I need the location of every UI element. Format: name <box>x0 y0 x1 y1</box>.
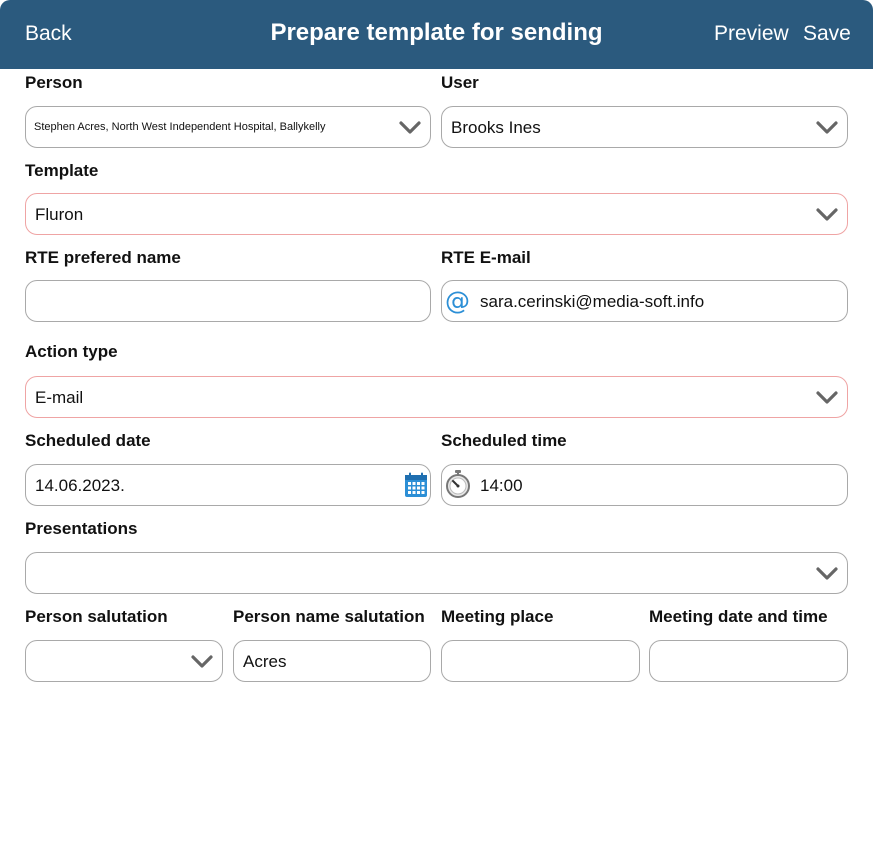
save-button[interactable]: Save <box>803 22 851 46</box>
person-label: Person <box>25 73 83 92</box>
presentations-select[interactable] <box>25 552 848 594</box>
user-label: User <box>441 73 479 92</box>
scheduled-date-label: Scheduled date <box>25 431 151 450</box>
person-salutation-select[interactable] <box>25 640 223 682</box>
meeting-date-time-input[interactable] <box>649 640 848 682</box>
person-value: Stephen Acres, North West Independent Ho… <box>34 121 326 133</box>
user-select[interactable]: Brooks Ines <box>441 106 848 148</box>
template-label: Template <box>25 161 99 180</box>
scheduled-time-value: 14:00 <box>480 476 523 495</box>
rte-preferred-name-label: RTE prefered name <box>25 248 181 267</box>
action-type-value: E-mail <box>35 388 84 407</box>
person-select[interactable]: Stephen Acres, North West Independent Ho… <box>25 106 431 148</box>
chevron-down-icon <box>816 208 838 221</box>
template-value: Fluron <box>35 205 84 224</box>
scheduled-time-label: Scheduled time <box>441 431 567 450</box>
chevron-down-icon <box>191 655 213 668</box>
meeting-place-input[interactable] <box>441 640 640 682</box>
preview-button[interactable]: Preview <box>714 22 789 46</box>
scheduled-date-value: 14.06.2023. <box>35 476 125 495</box>
user-value: Brooks Ines <box>451 118 541 137</box>
rte-email-value: sara.cerinski@media-soft.info <box>480 292 705 311</box>
meeting-date-time-label: Meeting date and time <box>649 607 828 626</box>
chevron-down-icon <box>816 121 838 134</box>
person-name-salutation-label: Person name salutation <box>233 607 425 626</box>
person-name-salutation-input[interactable]: Acres <box>233 640 431 682</box>
stopwatch-icon <box>446 470 470 498</box>
presentations-label: Presentations <box>25 519 138 538</box>
action-type-label: Action type <box>25 342 118 361</box>
chevron-down-icon <box>816 567 838 580</box>
rte-email-label: RTE E-mail <box>441 248 531 267</box>
scheduled-time-input[interactable]: 14:00 <box>441 464 848 506</box>
rte-preferred-name-input[interactable] <box>25 280 431 322</box>
navigation-bar: Back Prepare template for sending Previe… <box>0 0 873 69</box>
template-select[interactable]: Fluron <box>25 193 848 235</box>
scheduled-date-input[interactable]: 14.06.2023. <box>25 464 431 506</box>
meeting-place-label: Meeting place <box>441 607 554 626</box>
chevron-down-icon <box>399 121 421 134</box>
chevron-down-icon <box>816 391 838 404</box>
action-type-select[interactable]: E-mail <box>25 376 848 418</box>
calendar-icon[interactable] <box>404 472 428 498</box>
at-icon: @ <box>445 286 470 315</box>
person-salutation-label: Person salutation <box>25 607 168 626</box>
rte-email-input[interactable]: @ sara.cerinski@media-soft.info <box>441 280 848 322</box>
person-name-salutation-value: Acres <box>243 652 287 671</box>
